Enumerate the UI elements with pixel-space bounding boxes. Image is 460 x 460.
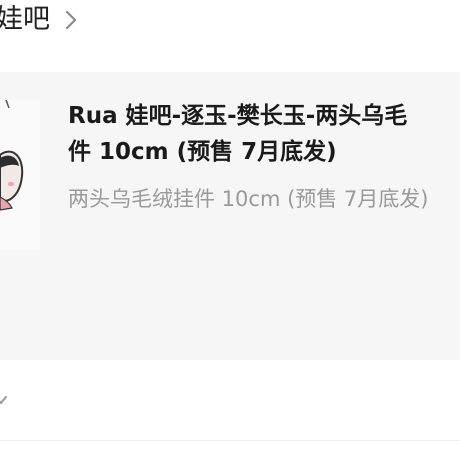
product-title-line-2[interactable]: 件 10cm (预售 7月底发)	[68, 136, 337, 168]
product-title-line-1[interactable]: Rua 娃吧-逐玉-樊长玉-两头乌毛	[68, 100, 407, 132]
product-thumbnail[interactable]	[0, 100, 40, 250]
product-subtitle: 两头乌毛绒挂件 10cm (预售 7月底发)	[68, 187, 429, 211]
shop-header[interactable]: 娃吧	[0, 0, 460, 50]
chevron-right-icon[interactable]	[64, 9, 78, 31]
product-card[interactable]: Rua 娃吧-逐玉-樊长玉-两头乌毛 件 10cm (预售 7月底发) 两头乌毛…	[0, 72, 460, 360]
divider	[0, 440, 460, 441]
shop-name[interactable]: 娃吧	[0, 2, 50, 38]
chevron-down-icon[interactable]	[0, 391, 8, 411]
